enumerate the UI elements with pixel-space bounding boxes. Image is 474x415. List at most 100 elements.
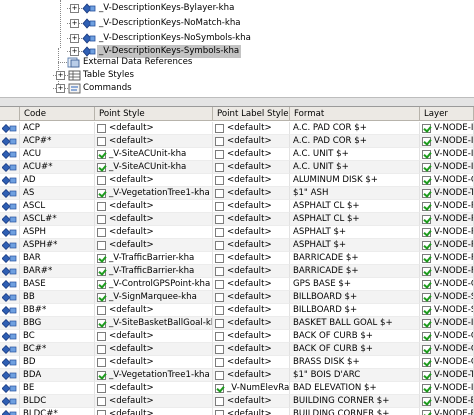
point-label-style-cell-checkbox[interactable]: [215, 124, 224, 133]
point-label-style-cell[interactable]: <default>: [213, 369, 290, 382]
format-cell[interactable]: ASPHALT CL $+: [290, 213, 420, 226]
layer-cell[interactable]: V-NODE-CU: [420, 330, 474, 343]
layer-cell[interactable]: V-NODE-IM: [420, 122, 474, 135]
row-selector[interactable]: [0, 252, 20, 265]
row-selector[interactable]: [0, 369, 20, 382]
layer-cell-checkbox[interactable]: [422, 124, 431, 133]
format-cell[interactable]: A.C. UNIT $+: [290, 161, 420, 174]
layer-cell[interactable]: V-NODE-TR: [420, 187, 474, 200]
layer-cell-checkbox[interactable]: [422, 384, 431, 393]
table-row[interactable]: ACP <default> <default> A.C. PAD COR $+ V-NO…: [0, 122, 474, 135]
table-row[interactable]: ASCL#* <default> <default> ASPHALT CL $+ V-N…: [0, 213, 474, 226]
layer-cell[interactable]: V-NODE-BL: [420, 395, 474, 408]
code-cell[interactable]: BC#*: [20, 343, 95, 356]
point-style-cell-checkbox[interactable]: [97, 254, 106, 263]
layer-cell-checkbox[interactable]: [422, 254, 431, 263]
expand-toggle-icon[interactable]: +: [56, 71, 65, 80]
column-header-code[interactable]: Code: [20, 107, 95, 121]
format-cell[interactable]: GPS BASE $+: [290, 278, 420, 291]
point-style-cell-checkbox[interactable]: [97, 371, 106, 380]
point-label-style-cell[interactable]: <default>: [213, 330, 290, 343]
code-cell[interactable]: BE: [20, 382, 95, 395]
layer-cell-checkbox[interactable]: [422, 410, 431, 415]
point-style-cell[interactable]: <default>: [95, 213, 213, 226]
code-cell[interactable]: ACU#*: [20, 161, 95, 174]
layer-cell[interactable]: V-NODE-IM: [420, 161, 474, 174]
point-style-cell-checkbox[interactable]: [97, 345, 106, 354]
format-cell[interactable]: BARRICADE $+: [290, 252, 420, 265]
point-style-cell[interactable]: <default>: [95, 135, 213, 148]
layer-cell-checkbox[interactable]: [422, 189, 431, 198]
point-label-style-cell[interactable]: <default>: [213, 174, 290, 187]
point-style-cell-checkbox[interactable]: [97, 228, 106, 237]
format-cell[interactable]: ASPHALT CL $+: [290, 200, 420, 213]
row-selector[interactable]: [0, 330, 20, 343]
point-label-style-cell[interactable]: <default>: [213, 226, 290, 239]
layer-cell-checkbox[interactable]: [422, 306, 431, 315]
layer-cell[interactable]: V-NODE-SI: [420, 304, 474, 317]
layer-cell-checkbox[interactable]: [422, 371, 431, 380]
point-label-style-cell[interactable]: <default>: [213, 395, 290, 408]
layer-cell[interactable]: V-NODE-FE: [420, 265, 474, 278]
layer-cell[interactable]: V-NODE-PV: [420, 226, 474, 239]
point-label-style-cell-checkbox[interactable]: [215, 254, 224, 263]
layer-cell-checkbox[interactable]: [422, 150, 431, 159]
format-cell[interactable]: BILLBOARD $+: [290, 304, 420, 317]
format-cell[interactable]: $1" BOIS D'ARC: [290, 369, 420, 382]
point-style-cell-checkbox[interactable]: [97, 137, 106, 146]
table-row[interactable]: AD <default> <default> ALUMINUM DISK $+ V-NO…: [0, 174, 474, 187]
layer-cell[interactable]: V-NODE-BL: [420, 408, 474, 415]
point-label-style-cell[interactable]: <default>: [213, 278, 290, 291]
layer-cell-checkbox[interactable]: [422, 215, 431, 224]
point-style-cell-checkbox[interactable]: [97, 150, 106, 159]
row-selector[interactable]: [0, 161, 20, 174]
code-cell[interactable]: AD: [20, 174, 95, 187]
table-row[interactable]: ACU _V-SiteACUnit-kha <default> A.C. UNIT $…: [0, 148, 474, 161]
format-cell[interactable]: BRASS DISK $+: [290, 356, 420, 369]
row-selector[interactable]: [0, 343, 20, 356]
row-selector[interactable]: [0, 356, 20, 369]
point-style-cell[interactable]: _V-VegetationTree1-kha: [95, 369, 213, 382]
code-cell[interactable]: BAR#*: [20, 265, 95, 278]
table-row[interactable]: BBG _V-SiteBasketBallGoal-kha <default> BAS…: [0, 317, 474, 330]
point-label-style-cell-checkbox[interactable]: [215, 137, 224, 146]
format-cell[interactable]: BACK OF CURB $+: [290, 330, 420, 343]
point-style-cell[interactable]: <default>: [95, 174, 213, 187]
point-style-cell[interactable]: <default>: [95, 304, 213, 317]
expand-toggle-icon[interactable]: +: [70, 4, 79, 13]
layer-cell-checkbox[interactable]: [422, 241, 431, 250]
layer-cell-checkbox[interactable]: [422, 332, 431, 341]
code-cell[interactable]: BB: [20, 291, 95, 304]
point-style-cell-checkbox[interactable]: [97, 176, 106, 185]
layer-cell[interactable]: V-NODE-SI: [420, 291, 474, 304]
point-label-style-cell-checkbox[interactable]: [215, 189, 224, 198]
layer-cell-checkbox[interactable]: [422, 228, 431, 237]
table-row[interactable]: BB#* <default> <default> BILLBOARD $+ V-NODE…: [0, 304, 474, 317]
point-label-style-cell[interactable]: <default>: [213, 161, 290, 174]
format-cell[interactable]: BILLBOARD $+: [290, 291, 420, 304]
point-label-style-cell[interactable]: <default>: [213, 187, 290, 200]
code-cell[interactable]: BBG: [20, 317, 95, 330]
table-row[interactable]: AS _V-VegetationTree1-kha <default> $1" ASH…: [0, 187, 474, 200]
table-row[interactable]: BD <default> <default> BRASS DISK $+ V-NODE-…: [0, 356, 474, 369]
expand-toggle-icon[interactable]: +: [70, 47, 79, 56]
point-style-cell[interactable]: <default>: [95, 226, 213, 239]
point-label-style-cell-checkbox[interactable]: [215, 241, 224, 250]
column-header-point-style[interactable]: Point Style: [95, 107, 213, 121]
point-style-cell-checkbox[interactable]: [97, 319, 106, 328]
point-style-cell[interactable]: <default>: [95, 200, 213, 213]
point-label-style-cell-checkbox[interactable]: [215, 293, 224, 302]
row-selector[interactable]: [0, 382, 20, 395]
expand-toggle-icon[interactable]: +: [56, 84, 65, 93]
point-label-style-cell-checkbox[interactable]: [215, 384, 224, 393]
point-style-cell-checkbox[interactable]: [97, 358, 106, 367]
point-style-cell[interactable]: <default>: [95, 330, 213, 343]
point-style-cell[interactable]: _V-SiteACUnit-kha: [95, 161, 213, 174]
row-selector[interactable]: [0, 174, 20, 187]
column-header-layer[interactable]: Layer: [420, 107, 474, 121]
point-style-cell-checkbox[interactable]: [97, 202, 106, 211]
row-selector[interactable]: [0, 135, 20, 148]
layer-cell-checkbox[interactable]: [422, 137, 431, 146]
code-cell[interactable]: BLDC: [20, 395, 95, 408]
point-label-style-cell[interactable]: <default>: [213, 291, 290, 304]
